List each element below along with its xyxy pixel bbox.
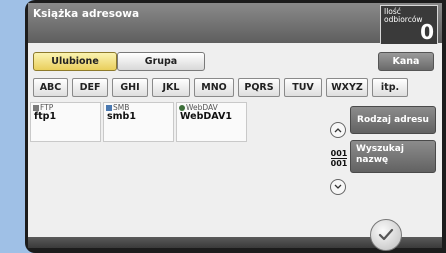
index-tuv[interactable]: TUV — [284, 78, 322, 97]
page-total: 001 — [330, 159, 348, 168]
index-jkl[interactable]: JKL — [152, 78, 190, 97]
index-label: MNO — [201, 82, 227, 93]
index-label: PQRS — [244, 82, 274, 93]
panel-screen: Książka adresowa Ilość odbiorców 0 Ulubi… — [28, 3, 442, 248]
page-current: 001 — [330, 149, 348, 158]
chevron-up-icon — [334, 128, 342, 133]
scroll-up-button[interactable] — [330, 122, 346, 138]
address-entry-webdav[interactable]: WebDAV WebDAV1 — [176, 102, 247, 142]
kana-button-label: Kana — [392, 56, 420, 67]
index-abc[interactable]: ABC — [33, 78, 68, 97]
index-ghi[interactable]: GHI — [112, 78, 148, 97]
index-label: WXYZ — [331, 82, 363, 93]
index-mno[interactable]: MNO — [194, 78, 234, 97]
checkmark-icon — [378, 228, 394, 241]
recipients-counter: Ilość odbiorców 0 — [380, 5, 438, 44]
search-name-button[interactable]: Wyszukaj nazwę — [350, 140, 436, 173]
index-label: JKL — [162, 82, 180, 93]
index-label: itp. — [380, 82, 400, 93]
search-name-label: Wyszukaj nazwę — [356, 144, 404, 165]
address-type-label: Rodzaj adresu — [357, 115, 429, 125]
address-entry-smb[interactable]: SMB smb1 — [103, 102, 174, 142]
chevron-down-icon — [334, 184, 342, 189]
index-other[interactable]: itp. — [372, 78, 408, 97]
index-wxyz[interactable]: WXYZ — [326, 78, 368, 97]
tab-favorites[interactable]: Ulubione — [33, 52, 117, 71]
page-indicator: 001 001 — [329, 149, 349, 168]
scroll-down-button[interactable] — [330, 179, 346, 195]
tab-group-label: Grupa — [144, 56, 178, 67]
entry-name: WebDAV1 — [180, 111, 232, 122]
index-pqrs[interactable]: PQRS — [238, 78, 280, 97]
page-title: Książka adresowa — [33, 8, 140, 20]
header-bar: Książka adresowa Ilość odbiorców 0 — [28, 3, 442, 44]
index-label: TUV — [292, 82, 314, 93]
kana-button[interactable]: Kana — [378, 52, 434, 71]
address-entry-ftp[interactable]: FTP ftp1 — [30, 102, 101, 142]
address-type-button[interactable]: Rodzaj adresu — [350, 106, 436, 134]
entry-name: ftp1 — [34, 111, 57, 122]
index-label: DEF — [79, 82, 101, 93]
index-label: ABC — [39, 82, 62, 93]
ok-button[interactable] — [370, 219, 402, 251]
index-label: GHI — [120, 82, 140, 93]
entry-name: smb1 — [107, 111, 136, 122]
address-list: FTP ftp1 SMB smb1 WebDAV WebDAV1 — [30, 102, 250, 142]
recipients-count: 0 — [420, 20, 434, 44]
tab-favorites-label: Ulubione — [51, 56, 99, 67]
index-def[interactable]: DEF — [72, 78, 108, 97]
tab-group[interactable]: Grupa — [117, 52, 205, 71]
